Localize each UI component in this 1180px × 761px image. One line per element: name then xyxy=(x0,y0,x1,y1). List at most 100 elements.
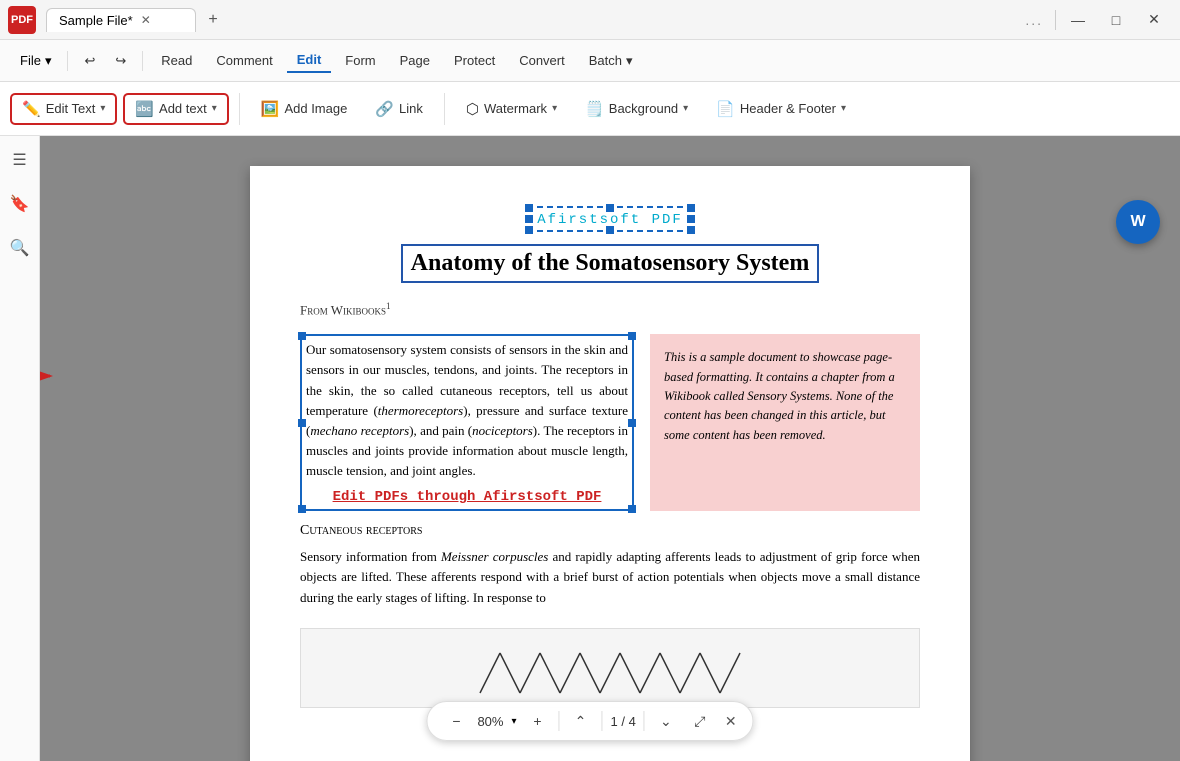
new-tab-button[interactable]: + xyxy=(200,7,226,33)
edit-text-chevron: ▾ xyxy=(100,103,105,114)
background-chevron: ▾ xyxy=(683,103,688,114)
add-text-button[interactable]: 🔤 Add text ▾ xyxy=(123,93,228,125)
background-icon: 🗒️ xyxy=(585,100,604,118)
pdf-title[interactable]: Anatomy of the Somatosensory System xyxy=(401,244,820,283)
link-label: Link xyxy=(399,101,423,116)
handle-tm[interactable] xyxy=(606,204,614,212)
zoom-chevron[interactable]: ▾ xyxy=(511,716,516,727)
main-para-selection[interactable]: Our somatosensory system consists of sen… xyxy=(300,334,634,511)
zoom-level: 80% xyxy=(477,714,503,729)
page-down-button[interactable]: ⌄ xyxy=(653,708,679,734)
page-up-button[interactable]: ⌃ xyxy=(568,708,594,734)
menu-edit[interactable]: Edit xyxy=(287,48,332,73)
from-text: From Wikibooks xyxy=(300,302,386,317)
menu-form[interactable]: Form xyxy=(335,49,385,72)
header-footer-icon: 📄 xyxy=(716,100,735,118)
link-button[interactable]: 🔗 Link xyxy=(364,94,434,124)
link-icon: 🔗 xyxy=(375,100,394,118)
background-label: Background xyxy=(609,101,678,116)
sketch-area xyxy=(300,628,920,708)
more-options[interactable]: ... xyxy=(1025,12,1043,28)
menu-protect-label: Protect xyxy=(454,53,495,68)
close-button[interactable]: ✕ xyxy=(1136,6,1172,34)
menu-batch-label: Batch xyxy=(589,53,622,68)
tab-close-button[interactable]: ✕ xyxy=(141,13,151,27)
add-image-icon: 🖼️ xyxy=(261,100,280,118)
zoom-out-button[interactable]: − xyxy=(443,708,469,734)
footnote-1: 1 xyxy=(386,301,391,311)
watermark-chevron: ▾ xyxy=(552,103,557,114)
bottom-bar-close-button[interactable]: ✕ xyxy=(725,713,737,730)
edit-text-label: Edit Text xyxy=(46,101,96,116)
app-logo-text: PDF xyxy=(11,14,33,26)
handle-br[interactable] xyxy=(687,226,695,234)
meissner-italic: Meissner corpuscles xyxy=(441,549,548,564)
menu-read[interactable]: Read xyxy=(151,49,202,72)
sidebar-search-icon[interactable]: 🔍 xyxy=(6,234,34,262)
main-content: ☰ 🔖 🔍 xyxy=(0,136,1180,761)
watermark-label: Watermark xyxy=(484,101,547,116)
annotation-arrow xyxy=(40,336,70,421)
para-handle-tr[interactable] xyxy=(628,332,636,340)
side-note: This is a sample document to showcase pa… xyxy=(650,334,920,511)
bottom-sep-1 xyxy=(559,711,560,731)
para-handle-mr[interactable] xyxy=(628,419,636,427)
toolbar-sep-2 xyxy=(444,93,445,125)
menu-edit-label: Edit xyxy=(297,52,322,67)
handle-tr[interactable] xyxy=(687,204,695,212)
file-menu[interactable]: File ▾ xyxy=(12,49,59,73)
title-bar: PDF Sample File* ✕ + ... — □ ✕ xyxy=(0,0,1180,40)
active-tab[interactable]: Sample File* ✕ xyxy=(46,8,196,32)
add-text-icon: 🔤 xyxy=(135,100,154,118)
minimize-button[interactable]: — xyxy=(1060,6,1096,34)
add-image-button[interactable]: 🖼️ Add Image xyxy=(250,94,359,124)
edit-text-icon: ✏️ xyxy=(22,100,41,118)
background-button[interactable]: 🗒️ Background ▾ xyxy=(574,94,699,124)
page-info: 1 / 4 xyxy=(611,714,636,729)
para-handle-br[interactable] xyxy=(628,505,636,513)
handle-ml[interactable] xyxy=(525,215,533,223)
pdf-page: Afirstsoft PDF Anatomy of the Somatosens… xyxy=(250,166,970,761)
bottom-sep-2 xyxy=(602,711,603,731)
header-footer-button[interactable]: 📄 Header & Footer ▾ xyxy=(705,94,857,124)
word-fab-button[interactable]: W xyxy=(1116,200,1160,244)
pdf-header-container: Afirstsoft PDF xyxy=(300,206,920,232)
side-note-text: This is a sample document to showcase pa… xyxy=(664,350,895,442)
handle-bm[interactable] xyxy=(606,226,614,234)
menu-convert[interactable]: Convert xyxy=(509,49,575,72)
tab-title: Sample File* xyxy=(59,13,133,28)
file-label: File xyxy=(20,53,41,68)
menu-page[interactable]: Page xyxy=(390,49,440,72)
menu-protect[interactable]: Protect xyxy=(444,49,505,72)
header-selection-box[interactable]: Afirstsoft PDF xyxy=(527,206,693,232)
document-area[interactable]: Afirstsoft PDF Anatomy of the Somatosens… xyxy=(40,136,1180,761)
undo-button[interactable]: ↩ xyxy=(76,49,103,73)
handle-tl[interactable] xyxy=(525,204,533,212)
bottom-bar: − 80% ▾ + ⌃ 1 / 4 ⌄ ⤢ ✕ xyxy=(426,701,753,741)
watermark-button[interactable]: ⬡ Watermark ▾ xyxy=(455,94,568,124)
handle-bl[interactable] xyxy=(525,226,533,234)
zoom-in-button[interactable]: + xyxy=(525,708,551,734)
file-chevron: ▾ xyxy=(45,53,52,69)
menu-batch[interactable]: Batch ▾ xyxy=(579,49,643,73)
section-title-cutaneous: Cutaneous receptors xyxy=(300,523,920,539)
maximize-button[interactable]: □ xyxy=(1098,6,1134,34)
edit-text-button[interactable]: ✏️ Edit Text ▾ xyxy=(10,93,117,125)
redo-button[interactable]: ↪ xyxy=(107,49,134,73)
separator xyxy=(1055,10,1056,30)
menu-bar: File ▾ ↩ ↪ Read Comment Edit Form Page P… xyxy=(0,40,1180,82)
sidebar-pages-icon[interactable]: ☰ xyxy=(6,146,34,174)
para-handle-bl[interactable] xyxy=(298,505,306,513)
add-image-label: Add Image xyxy=(284,101,347,116)
left-sidebar: ☰ 🔖 🔍 xyxy=(0,136,40,761)
menu-separator-1 xyxy=(67,51,68,71)
handle-mr[interactable] xyxy=(687,215,695,223)
header-footer-label: Header & Footer xyxy=(740,101,836,116)
pdf-source: From Wikibooks1 xyxy=(300,301,920,318)
para-handle-ml[interactable] xyxy=(298,419,306,427)
sidebar-bookmarks-icon[interactable]: 🔖 xyxy=(6,190,34,218)
fit-width-button[interactable]: ⤢ xyxy=(687,708,713,734)
menu-comment[interactable]: Comment xyxy=(206,49,282,72)
para-handle-tl[interactable] xyxy=(298,332,306,340)
toolbar: ✏️ Edit Text ▾ 🔤 Add text ▾ 🖼️ Add Image… xyxy=(0,82,1180,136)
